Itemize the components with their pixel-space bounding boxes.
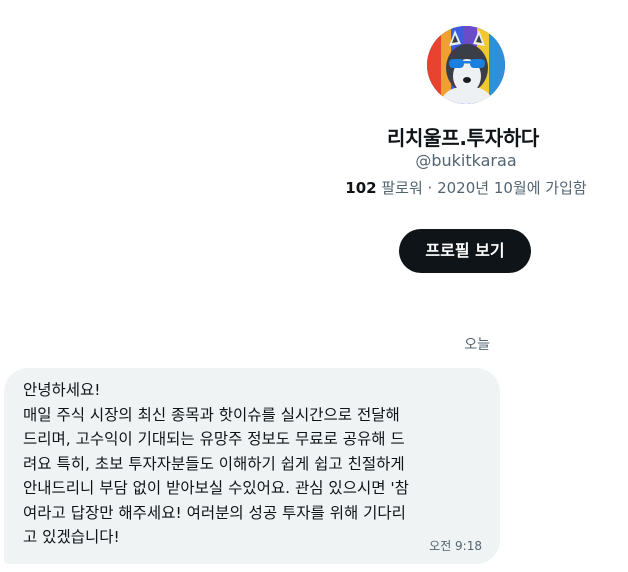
display-name-text[interactable]: 리치울프.투자하다 bbox=[377, 122, 549, 151]
view-profile-button[interactable]: 프로필 보기 bbox=[399, 229, 531, 273]
profile-meta: 102 팔로워 · 2020년 10월에 가입함 bbox=[320, 177, 612, 198]
followers-and-join-date: 팔로워 · 2020년 10월에 가입함 bbox=[376, 179, 587, 197]
message-text: 안녕하세요! 매일 주식 시장의 최신 종목과 핫이슈를 실시간으로 전달해 드… bbox=[23, 381, 409, 546]
profile-display-name: 리치울프.투자하다 bbox=[0, 122, 628, 151]
message-bubble[interactable]: 안녕하세요! 매일 주식 시장의 최신 종목과 핫이슈를 실시간으로 전달해 드… bbox=[4, 368, 500, 564]
husky-sunglasses-avatar-icon bbox=[427, 26, 505, 104]
conversation-day-label: 오늘 bbox=[464, 337, 490, 353]
profile-handle: @bukitkaraa bbox=[415, 151, 517, 170]
followers-count[interactable]: 102 bbox=[345, 179, 376, 197]
profile-avatar[interactable] bbox=[427, 26, 505, 104]
message-timestamp: 오전 9:18 bbox=[429, 539, 482, 553]
